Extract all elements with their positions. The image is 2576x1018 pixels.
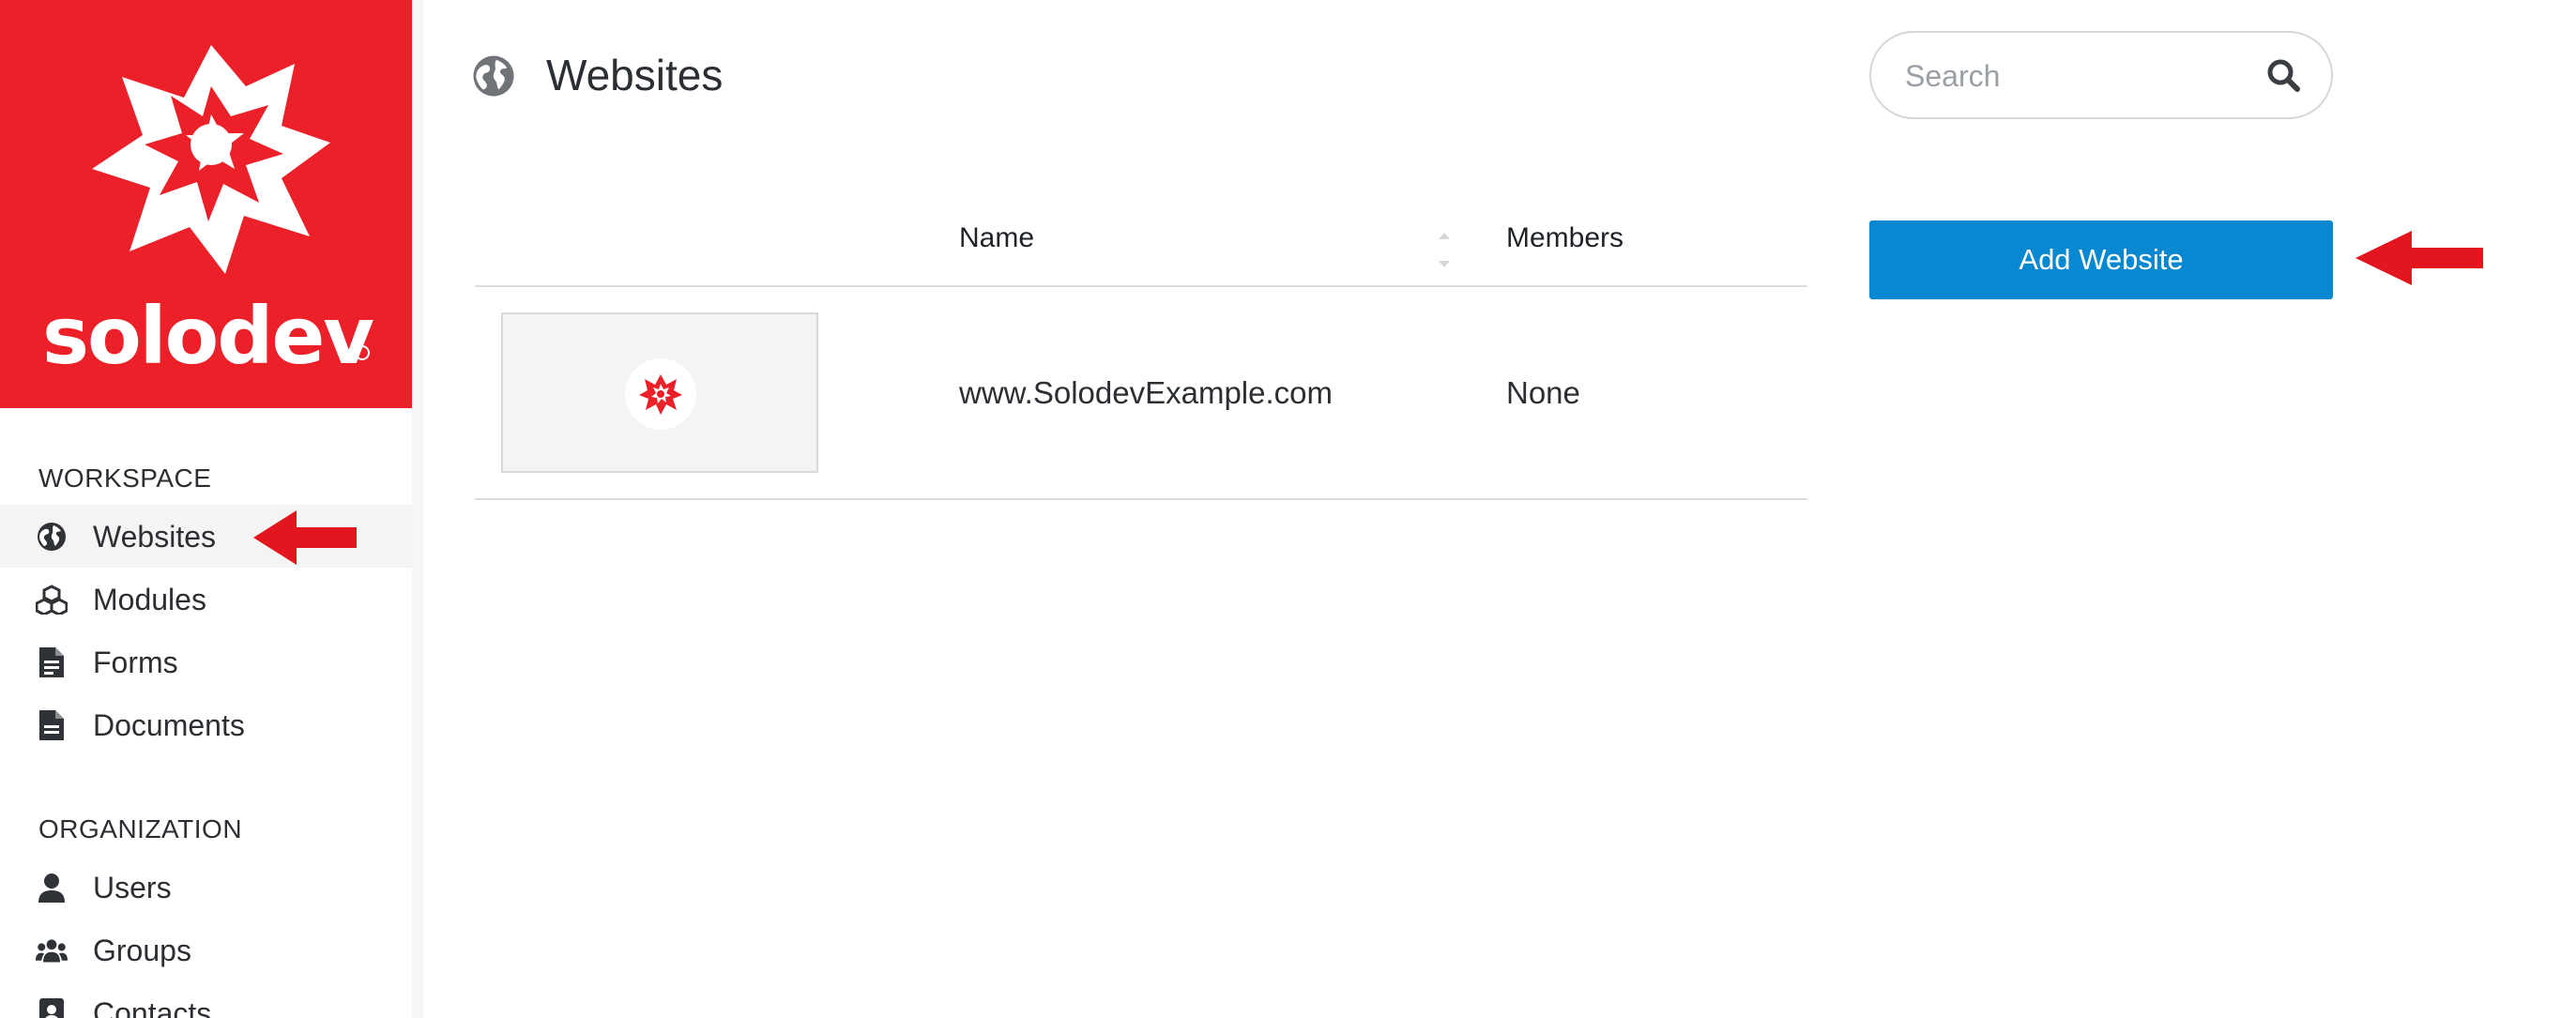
user-icon (36, 872, 68, 904)
sidebar-item-documents[interactable]: Documents (0, 693, 412, 756)
document-icon (36, 709, 68, 741)
column-header-name[interactable]: Name (959, 220, 1034, 257)
solodev-star-small-icon (639, 374, 682, 415)
brand-wordmark: solodev (42, 290, 374, 382)
globe-icon (472, 54, 515, 98)
cubes-icon (36, 584, 68, 615)
sidebar-item-label: Forms (93, 645, 178, 679)
search-input[interactable] (1905, 52, 2243, 100)
sidebar-item-label: Documents (93, 707, 245, 742)
sidebar-item-contacts[interactable]: Contacts (0, 981, 412, 1018)
globe-icon (36, 521, 68, 553)
add-website-button[interactable]: Add Website (1869, 220, 2333, 299)
sidebar-item-users[interactable]: Users (0, 856, 412, 919)
website-thumbnail[interactable] (501, 312, 818, 473)
form-document-icon (36, 646, 68, 678)
annotation-arrow-icon (2355, 231, 2483, 285)
nav-section-organization: ORGANIZATION (38, 814, 243, 843)
sidebar-item-groups[interactable]: Groups (0, 919, 412, 981)
sidebar-item-label: Websites (93, 519, 217, 554)
solodev-star-logo-icon (92, 45, 330, 274)
sidebar-item-label: Users (93, 870, 172, 904)
nav-section-workspace: WORKSPACE (38, 463, 212, 493)
site-logo-badge (625, 358, 696, 430)
sidebar-item-label: Modules (93, 582, 206, 616)
table-row[interactable]: www.SolodevExample.com None (475, 286, 1807, 498)
page-title: Websites (546, 51, 724, 99)
registered-mark-icon (355, 345, 370, 360)
website-name[interactable]: www.SolodevExample.com (959, 372, 1333, 414)
sidebar-item-label: Contacts (93, 995, 212, 1018)
sort-icon[interactable] (1434, 228, 1455, 273)
sidebar-divider (412, 0, 423, 1018)
column-header-members[interactable]: Members (1506, 220, 1623, 257)
search-box[interactable] (1869, 31, 2333, 119)
website-members: None (1506, 375, 1580, 410)
annotation-arrow-icon (253, 510, 357, 565)
sidebar-item-label: Groups (93, 933, 191, 967)
sidebar: solodev WORKSPACE Websites Modules Forms (0, 0, 412, 1018)
table-row-divider (475, 498, 1807, 500)
sidebar-item-forms[interactable]: Forms (0, 631, 412, 693)
brand-logo[interactable]: solodev (0, 0, 412, 408)
sidebar-item-modules[interactable]: Modules (0, 568, 412, 631)
contact-card-icon (36, 997, 68, 1018)
search-icon[interactable] (2265, 57, 2303, 95)
users-group-icon (36, 934, 68, 966)
